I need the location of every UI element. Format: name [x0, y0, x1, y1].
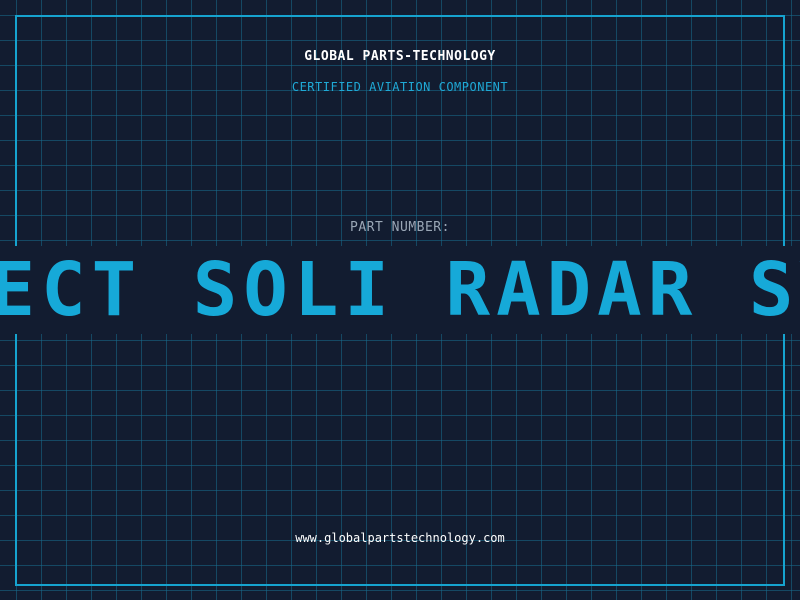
website-link[interactable]: www.globalpartstechnology.com: [0, 531, 800, 545]
company-title: GLOBAL PARTS-TECHNOLOGY: [304, 49, 496, 64]
part-number-label: PART NUMBER:: [350, 220, 450, 235]
certification-subtitle: CERTIFIED AVIATION COMPONENT: [291, 80, 509, 94]
certificate-page: GLOBAL PARTS-TECHNOLOGY CERTIFIED AVIATI…: [0, 0, 800, 600]
part-number-value: JECT SOLI RADAR SYS: [0, 247, 800, 333]
part-number-band: JECT SOLI RADAR SYS: [0, 246, 800, 334]
